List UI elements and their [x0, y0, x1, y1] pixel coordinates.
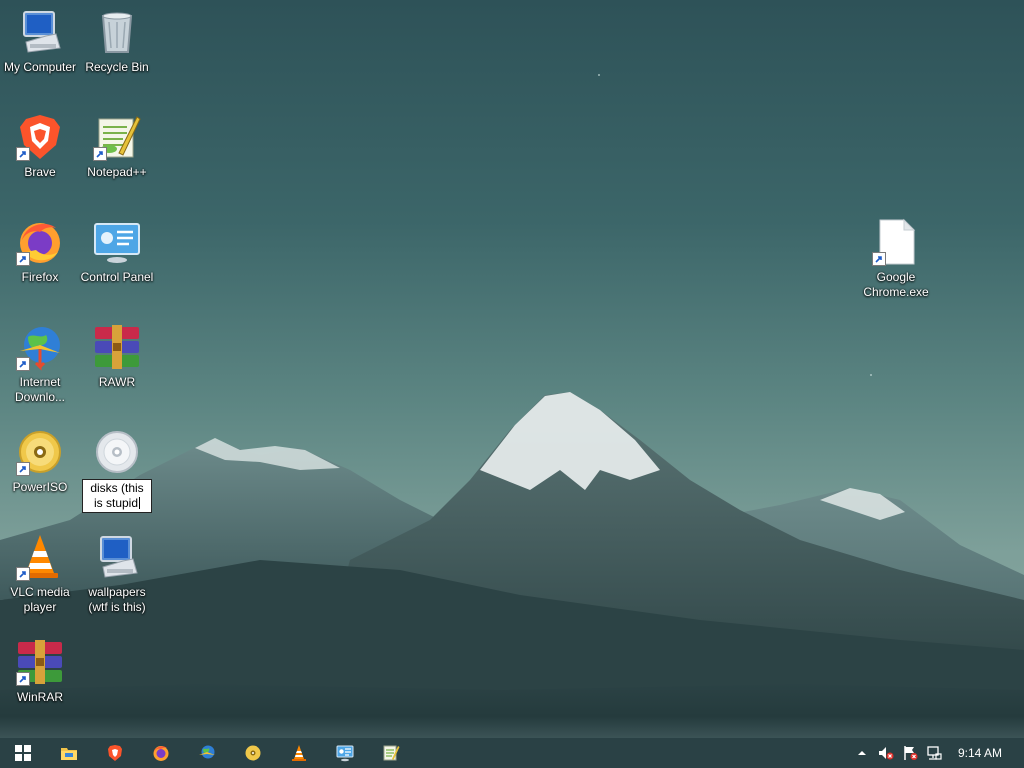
winrar-icon: [95, 325, 139, 369]
monitor-icon: [23, 11, 61, 53]
chevron-up-icon: [857, 751, 866, 755]
start-button[interactable]: [0, 738, 46, 768]
shortcut-arrow-icon: [93, 147, 107, 161]
trash-icon: [101, 12, 133, 53]
shortcut-arrow-icon: [16, 567, 30, 581]
icon-label: Recycle Bin: [85, 60, 149, 74]
taskbar-idm[interactable]: [184, 738, 230, 768]
taskbar-vlc[interactable]: [276, 738, 322, 768]
desktop-icon-google-chrome-exe[interactable]: Google Chrome.exe: [856, 218, 936, 300]
icon-label: WinRAR: [16, 690, 63, 704]
shortcut-arrow-icon: [16, 672, 30, 686]
desktop-icon-disks[interactable]: disks (this is stupid: [77, 428, 157, 513]
desktop-icon-control-panel[interactable]: Control Panel: [77, 218, 157, 285]
taskbar-firefox[interactable]: [138, 738, 184, 768]
firefox-icon: [153, 746, 169, 761]
vlc-icon: [292, 745, 306, 761]
volume-tray[interactable]: [874, 738, 898, 768]
icon-label: Google Chrome.exe: [863, 270, 929, 299]
network-icon: [927, 746, 942, 760]
taskbar-clock[interactable]: 9:14 AM: [946, 746, 1024, 760]
desktop-icon-vlc[interactable]: VLC media player: [0, 533, 80, 615]
poweriso-icon: [245, 745, 261, 761]
monitor-icon: [100, 536, 138, 578]
shortcut-arrow-icon: [16, 147, 30, 161]
icon-label: Control Panel: [80, 270, 154, 284]
desktop-icon-winrar[interactable]: WinRAR: [0, 638, 80, 705]
desktop-icon-notepadpp[interactable]: Notepad++: [77, 113, 157, 180]
desktop-icon-brave[interactable]: Brave: [0, 113, 80, 180]
flag-error-icon: [904, 746, 918, 760]
taskbar-control-panel[interactable]: [322, 738, 368, 768]
icon-label: Brave: [24, 165, 56, 179]
control-panel-icon: [336, 745, 354, 762]
desktop-icon-poweriso[interactable]: PowerISO: [0, 428, 80, 495]
taskbar-file-explorer[interactable]: [46, 738, 92, 768]
icon-label: Internet Downlo...: [14, 375, 66, 404]
shortcut-arrow-icon: [16, 252, 30, 266]
blank-disc-icon: [96, 431, 138, 473]
desktop-icon-recycle-bin[interactable]: Recycle Bin: [77, 8, 157, 75]
shortcut-arrow-icon: [872, 252, 886, 266]
file-explorer-icon: [61, 748, 77, 760]
desktop-icon-wallpapers[interactable]: wallpapers (wtf is this): [77, 533, 157, 615]
icon-label: Notepad++: [87, 165, 147, 179]
shortcut-arrow-icon: [16, 357, 30, 371]
shortcut-arrow-icon: [16, 462, 30, 476]
notepadpp-icon: [383, 745, 400, 761]
desktop-icon-my-computer[interactable]: My Computer: [0, 8, 80, 75]
brave-icon: [108, 745, 122, 761]
desktop-icon-rawr[interactable]: RAWR: [77, 323, 157, 390]
star: [598, 74, 600, 76]
rename-input[interactable]: disks (this is stupid: [82, 479, 152, 513]
idm-icon: [199, 745, 215, 759]
taskbar-poweriso[interactable]: [230, 738, 276, 768]
text-caret: [139, 497, 141, 509]
desktop-icon-internet-download-manager[interactable]: Internet Downlo...: [0, 323, 80, 405]
taskbar: 9:14 AM: [0, 738, 1024, 768]
control-panel-icon: [94, 223, 140, 263]
icon-label: VLC media player: [10, 585, 70, 614]
windows-icon: [15, 745, 31, 761]
taskbar-notepadpp[interactable]: [368, 738, 414, 768]
show-hidden-icons[interactable]: [850, 738, 874, 768]
desktop-icon-firefox[interactable]: Firefox: [0, 218, 80, 285]
network-tray[interactable]: [922, 738, 946, 768]
icon-label: Firefox: [21, 270, 59, 284]
action-center-tray[interactable]: [898, 738, 922, 768]
star: [870, 374, 872, 376]
icon-label: RAWR: [98, 375, 136, 389]
taskbar-brave[interactable]: [92, 738, 138, 768]
system-tray: 9:14 AM: [850, 738, 1024, 768]
volume-muted-icon: [878, 747, 894, 760]
icon-label: My Computer: [3, 60, 77, 74]
icon-label: PowerISO: [12, 480, 68, 494]
desktop[interactable]: My Computer Brave Firefox Internet Downl…: [0, 0, 1024, 738]
icon-label: wallpapers (wtf is this): [88, 585, 146, 614]
rename-text: disks (this is stupid: [90, 481, 144, 510]
